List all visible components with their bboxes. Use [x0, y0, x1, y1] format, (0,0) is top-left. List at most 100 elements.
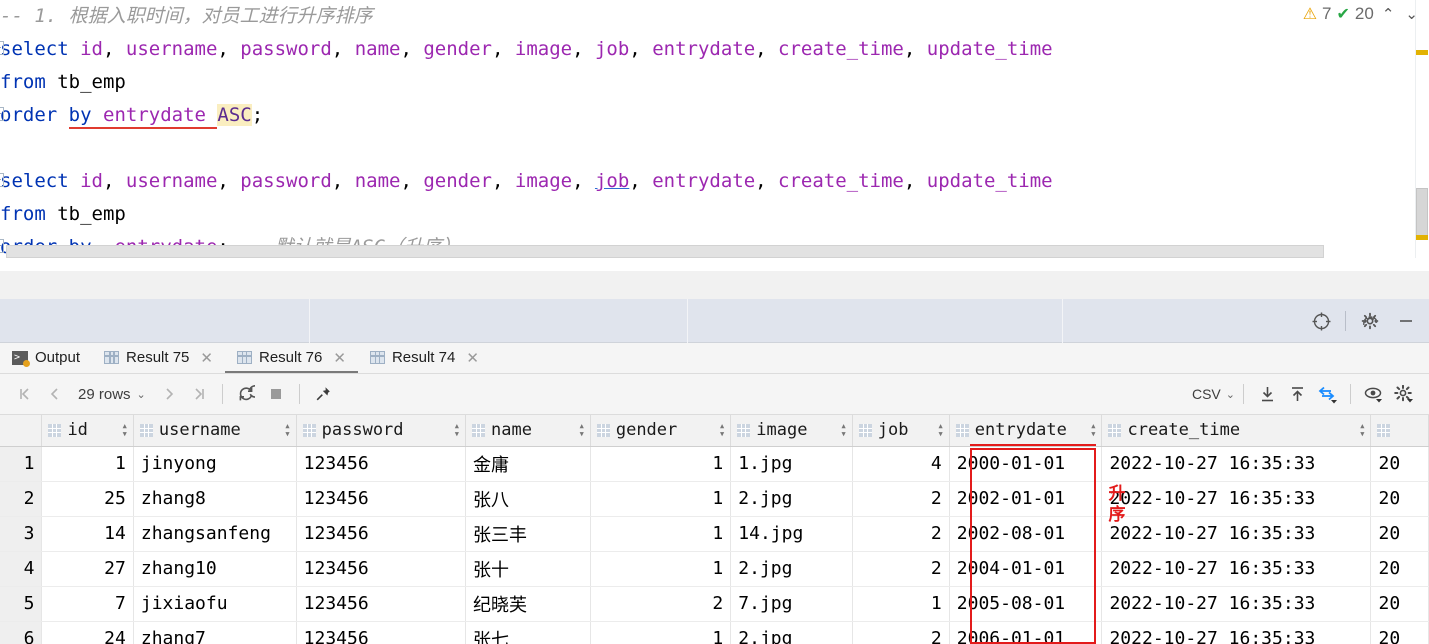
cell-password[interactable]: 123456	[296, 621, 467, 644]
table-row[interactable]: 3 14 zhangsanfeng 123456 张三丰 1 14.jpg 2 2002-08-…	[0, 516, 1429, 552]
cell-job[interactable]: 2	[852, 516, 950, 552]
cell-id[interactable]: 27	[41, 551, 134, 587]
upload-icon[interactable]	[1282, 379, 1312, 409]
cell-update_time[interactable]: 20	[1370, 621, 1429, 644]
cell-job[interactable]: 2	[852, 481, 950, 517]
settings-gear-icon[interactable]	[1353, 304, 1387, 338]
cell-username[interactable]: jinyong	[133, 446, 297, 482]
editor-scrollbar-thumb[interactable]	[1416, 188, 1428, 240]
tab-output[interactable]: > Output	[0, 342, 92, 373]
column-sort-icon[interactable]: ▲ ▼	[939, 422, 943, 438]
column-sort-icon[interactable]: ▲ ▼	[1360, 422, 1364, 438]
cell-gender[interactable]: 2	[590, 586, 732, 622]
cell-username[interactable]: zhang10	[133, 551, 297, 587]
cell-name[interactable]: 张七	[465, 621, 591, 644]
column-header-entrydate[interactable]: entrydate ▲ ▼	[949, 415, 1103, 447]
cell-gender[interactable]: 1	[590, 481, 732, 517]
cell-image[interactable]: 1.jpg	[730, 446, 853, 482]
column-sort-icon[interactable]: ▲ ▼	[123, 422, 127, 438]
cell-update_time[interactable]: 20	[1370, 516, 1429, 552]
code-line-5[interactable]	[0, 132, 1390, 165]
table-row[interactable]: 6 24 zhang7 123456 张七 1 2.jpg 2 2006-01-01 2022-1…	[0, 621, 1429, 644]
editor-warning-marker[interactable]	[1416, 50, 1428, 55]
cell-job[interactable]: 1	[852, 586, 950, 622]
tab-result76[interactable]: Result 76 ✕	[224, 342, 358, 373]
tab-result74[interactable]: Result 74 ✕	[358, 342, 491, 373]
fold-expanded-icon[interactable]	[0, 41, 4, 55]
column-header-username[interactable]: username ▲ ▼	[133, 415, 297, 447]
close-icon[interactable]: ✕	[200, 349, 213, 367]
cell-id[interactable]: 7	[41, 586, 134, 622]
row-count-selector[interactable]: 29 rows ⌄	[70, 386, 154, 403]
cell-password[interactable]: 123456	[296, 481, 467, 517]
column-header-password[interactable]: password ▲ ▼	[296, 415, 467, 447]
column-sort-icon[interactable]: ▲ ▼	[1091, 422, 1095, 438]
cell-password[interactable]: 123456	[296, 446, 467, 482]
cell-create_time[interactable]: 2022-10-27 16:35:33	[1101, 551, 1372, 587]
close-icon[interactable]: ✕	[466, 349, 479, 367]
cell-entrydate[interactable]: 2002-08-01	[949, 516, 1103, 552]
chevron-down-icon[interactable]: ⌄	[137, 388, 146, 401]
export-format-selector[interactable]: CSV ⌄	[1192, 386, 1235, 402]
cell-update_time[interactable]: 20	[1370, 551, 1429, 587]
cell-update_time[interactable]: 20	[1370, 446, 1429, 482]
fold-marker-icon[interactable]	[0, 239, 4, 253]
editor-vertical-scrollbar[interactable]	[1415, 0, 1429, 258]
cell-entrydate[interactable]: 2004-01-01	[949, 551, 1103, 587]
cell-password[interactable]: 123456	[296, 586, 467, 622]
minimize-icon[interactable]	[1389, 304, 1423, 338]
code-line-2[interactable]: select id, username, password, name, gen…	[0, 33, 1390, 66]
cell-create_time[interactable]: 2022-10-27 16:35:33	[1101, 516, 1372, 552]
cell-update_time[interactable]: 20	[1370, 481, 1429, 517]
chevron-down-icon[interactable]: ⌄	[1226, 388, 1235, 401]
cell-name[interactable]: 张八	[465, 481, 591, 517]
fold-expanded-icon[interactable]	[0, 173, 4, 187]
transpose-icon[interactable]	[1312, 379, 1342, 409]
column-sort-icon[interactable]: ▲ ▼	[842, 422, 846, 438]
table-row[interactable]: 5 7 jixiaofu 123456 纪晓芙 2 7.jpg 1 2005-08-01 2022…	[0, 586, 1429, 622]
next-page-icon[interactable]	[154, 379, 184, 409]
code-line-1[interactable]: -- 1. 根据入职时间，对员工进行升序排序	[0, 0, 1390, 33]
first-page-icon[interactable]	[10, 379, 40, 409]
cell-image[interactable]: 2.jpg	[730, 481, 853, 517]
cell-password[interactable]: 123456	[296, 551, 467, 587]
reload-icon[interactable]	[231, 379, 261, 409]
column-header-id[interactable]: id ▲ ▼	[41, 415, 134, 447]
cell-gender[interactable]: 1	[590, 516, 732, 552]
cell-job[interactable]: 4	[852, 446, 950, 482]
close-icon[interactable]: ✕	[333, 349, 346, 367]
pin-icon[interactable]	[308, 379, 338, 409]
cell-name[interactable]: 金庸	[465, 446, 591, 482]
grid-settings-gear-icon[interactable]	[1389, 379, 1419, 409]
column-header-gender[interactable]: gender ▲ ▼	[590, 415, 732, 447]
editor-results-splitter[interactable]	[0, 271, 1429, 299]
cell-id[interactable]: 14	[41, 516, 134, 552]
cell-image[interactable]: 7.jpg	[730, 586, 853, 622]
tab-result75[interactable]: Result 75 ✕	[92, 342, 225, 373]
editor-horizontal-scrollbar[interactable]	[6, 245, 1324, 258]
cell-name[interactable]: 张十	[465, 551, 591, 587]
column-header-job[interactable]: job ▲ ▼	[852, 415, 950, 447]
grid-toolbar[interactable]: 29 rows ⌄ CSV ⌄	[0, 374, 1429, 415]
cell-username[interactable]: jixiaofu	[133, 586, 297, 622]
cell-entrydate[interactable]: 2005-08-01	[949, 586, 1103, 622]
cell-create_time[interactable]: 2022-10-27 16:35:33	[1101, 586, 1372, 622]
cell-image[interactable]: 2.jpg	[730, 551, 853, 587]
view-eye-icon[interactable]	[1359, 379, 1389, 409]
cell-entrydate[interactable]: 2000-01-01	[949, 446, 1103, 482]
table-row[interactable]: 4 27 zhang10 123456 张十 1 2.jpg 2 2004-01-01 2022-…	[0, 551, 1429, 587]
cell-create_time[interactable]: 2022-10-27 16:35:33	[1101, 446, 1372, 482]
cell-image[interactable]: 2.jpg	[730, 621, 853, 644]
result-table[interactable]: id ▲ ▼ username ▲ ▼ password ▲ ▼ name ▲ ▼ gender ▲ ▼ im…	[0, 415, 1429, 644]
column-header-image[interactable]: image ▲ ▼	[730, 415, 853, 447]
column-sort-icon[interactable]: ▲ ▼	[580, 422, 584, 438]
column-sort-icon[interactable]: ▲ ▼	[720, 422, 724, 438]
cell-job[interactable]: 2	[852, 551, 950, 587]
cell-entrydate[interactable]: 2002-01-01	[949, 481, 1103, 517]
cell-entrydate[interactable]: 2006-01-01	[949, 621, 1103, 644]
cell-name[interactable]: 张三丰	[465, 516, 591, 552]
editor-warning-marker-2[interactable]	[1416, 235, 1428, 240]
target-icon[interactable]	[1304, 304, 1338, 338]
cell-id[interactable]: 24	[41, 621, 134, 644]
code-line-7[interactable]: from tb_emp	[0, 198, 1390, 231]
